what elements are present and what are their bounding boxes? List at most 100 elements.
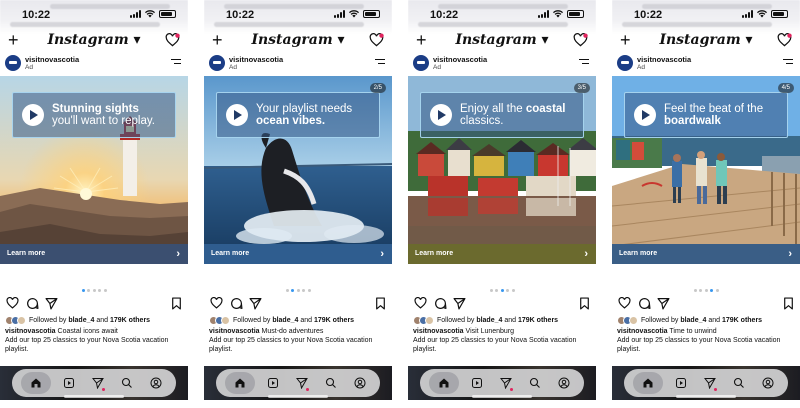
comment-icon[interactable] <box>638 297 651 310</box>
search-icon[interactable] <box>728 372 750 394</box>
account-name[interactable]: visitnovascotia <box>25 55 79 64</box>
status-bar: 10:22 <box>0 0 188 28</box>
profile-icon[interactable] <box>145 372 167 394</box>
learn-more-bar[interactable]: Learn more › <box>204 244 392 264</box>
battery-icon <box>363 10 380 18</box>
bookmark-icon[interactable] <box>375 297 386 310</box>
top-bar: + Instagram ▾ <box>408 30 596 52</box>
avatar[interactable] <box>413 55 429 71</box>
send-icon[interactable] <box>699 372 721 394</box>
share-icon[interactable] <box>249 297 262 310</box>
bottom-tab-bar <box>408 366 596 400</box>
post-caption: visitnovascotia Visit Lunenburg Add our … <box>413 328 577 353</box>
carousel-dots <box>0 289 188 292</box>
action-bar <box>0 297 188 313</box>
profile-icon[interactable] <box>349 372 371 394</box>
signal-icon <box>130 10 141 18</box>
learn-more-label: Learn more <box>7 250 46 257</box>
avatar[interactable] <box>5 55 21 71</box>
post-media[interactable]: Feel the beat of the boardwalk 4/5 Learn … <box>612 76 800 264</box>
avatar[interactable] <box>617 55 633 71</box>
app-logo[interactable]: Instagram ▾ <box>0 32 188 48</box>
top-bar: + Instagram ▾ <box>612 30 800 52</box>
home-icon[interactable] <box>225 372 256 394</box>
caption-account[interactable]: visitnovascotia <box>617 328 668 335</box>
more-menu-icon[interactable] <box>783 59 793 67</box>
search-icon[interactable] <box>116 372 138 394</box>
heart-icon[interactable] <box>777 33 792 47</box>
reels-icon[interactable] <box>466 372 488 394</box>
heart-icon[interactable] <box>210 297 223 309</box>
profile-icon[interactable] <box>553 372 575 394</box>
home-icon[interactable] <box>429 372 460 394</box>
learn-more-bar[interactable]: Learn more › <box>0 244 188 264</box>
comment-icon[interactable] <box>434 297 447 310</box>
post-media[interactable]: Stunning sights you'll want to replay. Le… <box>0 76 188 264</box>
avatar[interactable] <box>209 55 225 71</box>
action-bar <box>408 297 596 313</box>
status-time: 10:22 <box>430 9 459 21</box>
account-name[interactable]: visitnovascotia <box>637 55 691 64</box>
ad-banner: Your playlist needs ocean vibes. <box>216 92 380 138</box>
post-header: visitnovascotia Ad <box>0 54 188 74</box>
search-icon[interactable] <box>524 372 546 394</box>
reels-icon[interactable] <box>262 372 284 394</box>
bookmark-icon[interactable] <box>579 297 590 310</box>
send-icon[interactable] <box>87 372 109 394</box>
learn-more-bar[interactable]: Learn more › <box>612 244 800 264</box>
profile-icon[interactable] <box>757 372 779 394</box>
ad-banner: Stunning sights you'll want to replay. <box>12 92 176 138</box>
carousel-counter: 4/5 <box>777 83 794 93</box>
app-logo[interactable]: Instagram ▾ <box>612 32 800 48</box>
carousel-dots <box>204 289 392 292</box>
status-bar: 10:22 <box>408 0 596 28</box>
screenshot-strip: 10:22 + Instagram ▾ visitnovascotia Ad S… <box>0 0 800 408</box>
comment-icon[interactable] <box>26 297 39 310</box>
play-icon[interactable] <box>634 104 656 126</box>
app-logo[interactable]: Instagram ▾ <box>204 32 392 48</box>
followed-by: Followed by blade_4 and 179K others <box>413 316 591 325</box>
send-icon[interactable] <box>291 372 313 394</box>
play-icon[interactable] <box>22 104 44 126</box>
top-bar: + Instagram ▾ <box>0 30 188 52</box>
heart-icon[interactable] <box>414 297 427 309</box>
reels-icon[interactable] <box>670 372 692 394</box>
more-menu-icon[interactable] <box>171 59 181 67</box>
bookmark-icon[interactable] <box>171 297 182 310</box>
heart-icon[interactable] <box>369 33 384 47</box>
bookmark-icon[interactable] <box>783 297 794 310</box>
heart-icon[interactable] <box>6 297 19 309</box>
account-name[interactable]: visitnovascotia <box>433 55 487 64</box>
comment-icon[interactable] <box>230 297 243 310</box>
share-icon[interactable] <box>45 297 58 310</box>
send-icon[interactable] <box>495 372 517 394</box>
home-icon[interactable] <box>21 372 52 394</box>
post-caption: visitnovascotia Coastal icons await Add … <box>5 328 169 353</box>
battery-icon <box>159 10 176 18</box>
app-logo[interactable]: Instagram ▾ <box>408 32 596 48</box>
battery-icon <box>567 10 584 18</box>
share-icon[interactable] <box>453 297 466 310</box>
caption-account[interactable]: visitnovascotia <box>413 328 464 335</box>
account-name[interactable]: visitnovascotia <box>229 55 283 64</box>
signal-icon <box>334 10 345 18</box>
home-indicator <box>64 395 124 398</box>
heart-icon[interactable] <box>573 33 588 47</box>
home-icon[interactable] <box>633 372 664 394</box>
learn-more-label: Learn more <box>619 250 658 257</box>
share-icon[interactable] <box>657 297 670 310</box>
more-menu-icon[interactable] <box>579 59 589 67</box>
play-icon[interactable] <box>430 104 452 126</box>
caption-account[interactable]: visitnovascotia <box>5 328 56 335</box>
post-media[interactable]: Enjoy all the coastal classics. 3/5 Learn… <box>408 76 596 264</box>
chevron-right-icon: › <box>584 248 588 260</box>
search-icon[interactable] <box>320 372 342 394</box>
play-icon[interactable] <box>226 104 248 126</box>
post-media[interactable]: Your playlist needs ocean vibes. 2/5 Lear… <box>204 76 392 264</box>
heart-icon[interactable] <box>618 297 631 309</box>
heart-icon[interactable] <box>165 33 180 47</box>
reels-icon[interactable] <box>58 372 80 394</box>
more-menu-icon[interactable] <box>375 59 385 67</box>
caption-account[interactable]: visitnovascotia <box>209 328 260 335</box>
learn-more-bar[interactable]: Learn more › <box>408 244 596 264</box>
